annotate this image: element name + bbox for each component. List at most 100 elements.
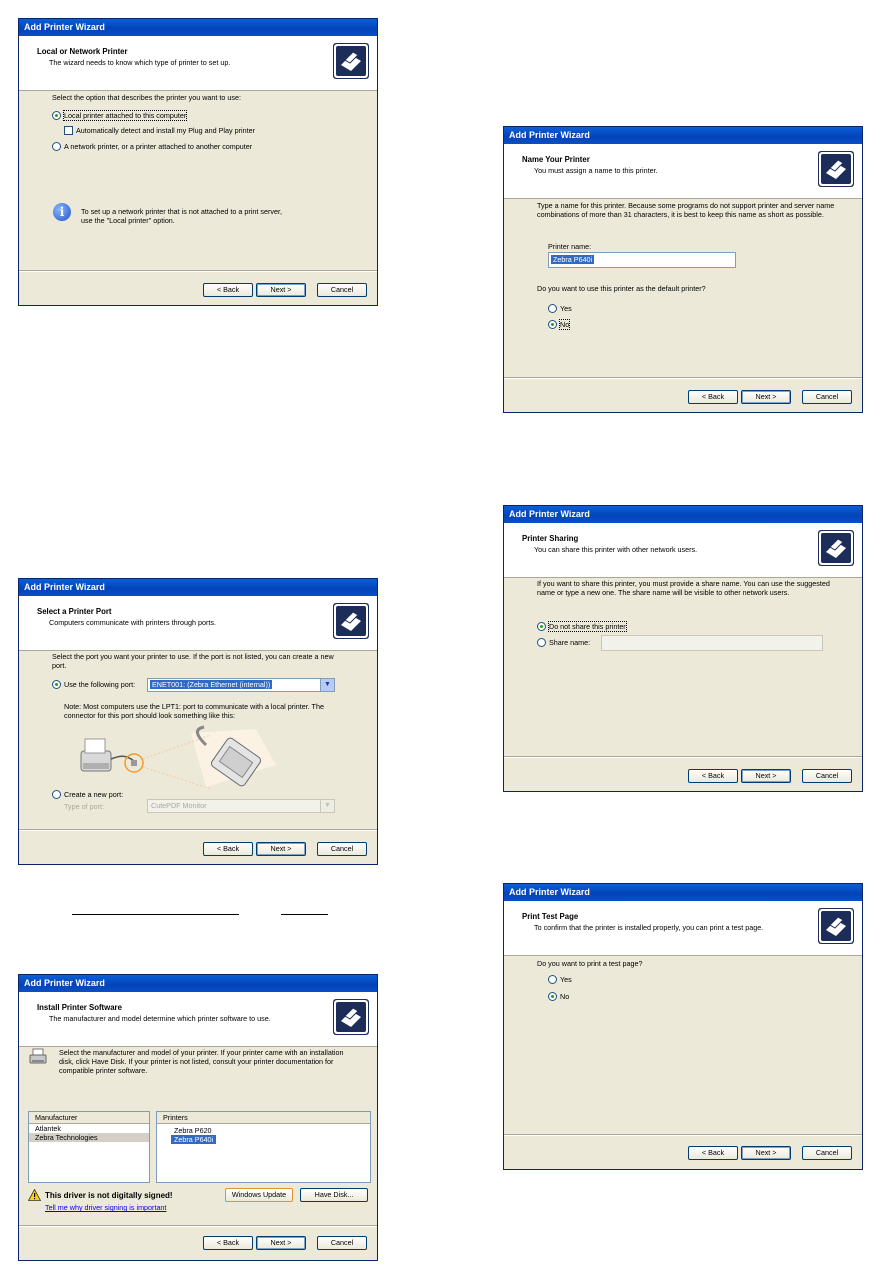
use-port-option[interactable]: Use the following port: (52, 680, 135, 689)
dialog-title: Add Printer Wizard (19, 579, 377, 596)
cancel-button[interactable]: Cancel (317, 283, 367, 297)
next-button[interactable]: Next > (741, 1146, 791, 1160)
manufacturer-item[interactable]: Zebra Technologies (29, 1133, 149, 1142)
name-printer-dialog: Add Printer Wizard Name Your Printer You… (503, 126, 863, 413)
wizard-header: Name Your Printer You must assign a name… (504, 144, 862, 199)
info-line-2: use the "Local printer" option. (81, 216, 175, 225)
separator (504, 756, 862, 758)
default-no-option[interactable]: No (548, 319, 571, 330)
default-yes-option[interactable]: Yes (548, 304, 572, 313)
plug-and-play-checkbox[interactable] (64, 126, 73, 135)
cancel-button[interactable]: Cancel (317, 842, 367, 856)
manufacturer-header: Manufacturer (29, 1112, 149, 1124)
back-button[interactable]: < Back (688, 769, 738, 783)
lpt-connector-illustration (80, 725, 276, 790)
printer-wizard-icon (818, 530, 854, 566)
radio-selected[interactable] (548, 992, 557, 1001)
back-button[interactable]: < Back (688, 1146, 738, 1160)
plug-and-play-option[interactable]: Automatically detect and install my Plug… (64, 126, 255, 135)
yes-label: Yes (560, 975, 572, 984)
radio-unselected[interactable] (548, 304, 557, 313)
radio-selected[interactable] (52, 111, 61, 120)
printer-model-item[interactable]: Zebra P640i (171, 1135, 217, 1144)
chevron-down-icon[interactable]: ▼ (320, 800, 334, 812)
port-select[interactable]: ENET001: (Zebra Ethernet (internal)) ▼ (147, 678, 335, 692)
radio-unselected[interactable] (548, 975, 557, 984)
cancel-button[interactable]: Cancel (802, 390, 852, 404)
share-name-label: Share name: (549, 638, 591, 647)
printer-wizard-icon (333, 603, 369, 639)
printers-list[interactable]: Printers Zebra P620 Zebra P640i (156, 1111, 371, 1183)
back-button[interactable]: < Back (688, 390, 738, 404)
dialog-title: Add Printer Wizard (504, 506, 862, 523)
separator (19, 270, 377, 272)
share-name-input[interactable] (601, 635, 823, 651)
port-select-value: ENET001: (Zebra Ethernet (internal)) (150, 680, 273, 689)
install-software-dialog: Add Printer Wizard Install Printer Softw… (18, 974, 378, 1261)
wizard-header: Select a Printer Port Computers communic… (19, 596, 377, 651)
radio-unselected[interactable] (52, 790, 61, 799)
next-button[interactable]: Next > (256, 283, 306, 297)
port-type-select[interactable]: CutePDF Monitor ▼ (147, 799, 335, 813)
manufacturer-item[interactable]: Atlantek (29, 1124, 149, 1133)
test-page-yes-option[interactable]: Yes (548, 975, 572, 984)
dialog-title: Add Printer Wizard (504, 127, 862, 144)
do-not-share-option[interactable]: Do not share this printer (537, 621, 627, 632)
port-note: Note: Most computers use the LPT1: port … (64, 702, 324, 720)
port-type-label: Type of port: (64, 802, 104, 811)
dialog-title: Add Printer Wizard (19, 975, 377, 992)
dialog-title: Add Printer Wizard (504, 884, 862, 901)
printer-port-dialog: Add Printer Wizard Select a Printer Port… (18, 578, 378, 865)
next-button[interactable]: Next > (741, 390, 791, 404)
local-printer-option[interactable]: Local printer attached to this computer (52, 110, 188, 121)
chevron-down-icon[interactable]: ▼ (320, 679, 334, 691)
page-subtitle: To confirm that the printer is installed… (534, 923, 764, 932)
next-button[interactable]: Next > (256, 1236, 306, 1250)
create-port-option[interactable]: Create a new port: (52, 790, 123, 799)
radio-selected[interactable] (52, 680, 61, 689)
driver-signing-link[interactable]: Tell me why driver signing is important (45, 1203, 166, 1212)
plug-and-play-label: Automatically detect and install my Plug… (76, 126, 255, 135)
page-subtitle: The manufacturer and model determine whi… (49, 1014, 271, 1023)
radio-selected[interactable] (548, 320, 557, 329)
next-button[interactable]: Next > (256, 842, 306, 856)
test-page-no-option[interactable]: No (548, 992, 569, 1001)
printer-wizard-icon (818, 151, 854, 187)
no-label: No (558, 319, 571, 330)
windows-update-button[interactable]: Windows Update (225, 1188, 293, 1202)
cancel-button[interactable]: Cancel (317, 1236, 367, 1250)
print-test-page-dialog: Add Printer Wizard Print Test Page To co… (503, 883, 863, 1170)
cancel-button[interactable]: Cancel (802, 769, 852, 783)
divider-line-left (72, 914, 239, 915)
have-disk-button[interactable]: Have Disk... (300, 1188, 368, 1202)
page-subtitle: The wizard needs to know which type of p… (49, 58, 231, 67)
separator (504, 377, 862, 379)
page-title: Printer Sharing (522, 534, 579, 543)
radio-unselected[interactable] (52, 142, 61, 151)
software-description: Select the manufacturer and model of you… (59, 1048, 344, 1075)
share-name-option[interactable]: Share name: (537, 638, 590, 647)
back-button[interactable]: < Back (203, 283, 253, 297)
default-printer-question: Do you want to use this printer as the d… (537, 284, 706, 293)
wizard-header: Printer Sharing You can share this print… (504, 523, 862, 578)
printer-name-value: Zebra P640i (551, 255, 595, 264)
next-button[interactable]: Next > (741, 769, 791, 783)
warning-icon (28, 1189, 41, 1201)
radio-unselected[interactable] (537, 638, 546, 647)
network-printer-option[interactable]: A network printer, or a printer attached… (52, 142, 252, 151)
name-description: Type a name for this printer. Because so… (537, 201, 835, 219)
page-subtitle: You can share this printer with other ne… (534, 545, 698, 554)
radio-selected[interactable] (537, 622, 546, 631)
manufacturer-list[interactable]: Manufacturer Atlantek Zebra Technologies (28, 1111, 150, 1183)
test-page-question: Do you want to print a test page? (537, 959, 643, 968)
local-network-printer-dialog: Add Printer Wizard Local or Network Prin… (18, 18, 378, 306)
printer-model-item[interactable]: Zebra P620 (157, 1126, 370, 1135)
printers-header: Printers (157, 1112, 370, 1124)
back-button[interactable]: < Back (203, 1236, 253, 1250)
printer-name-input[interactable]: Zebra P640i (548, 252, 736, 268)
back-button[interactable]: < Back (203, 842, 253, 856)
separator (19, 1225, 377, 1227)
info-line-1: To set up a network printer that is not … (81, 207, 282, 216)
cancel-button[interactable]: Cancel (802, 1146, 852, 1160)
page-title: Select a Printer Port (37, 607, 112, 616)
